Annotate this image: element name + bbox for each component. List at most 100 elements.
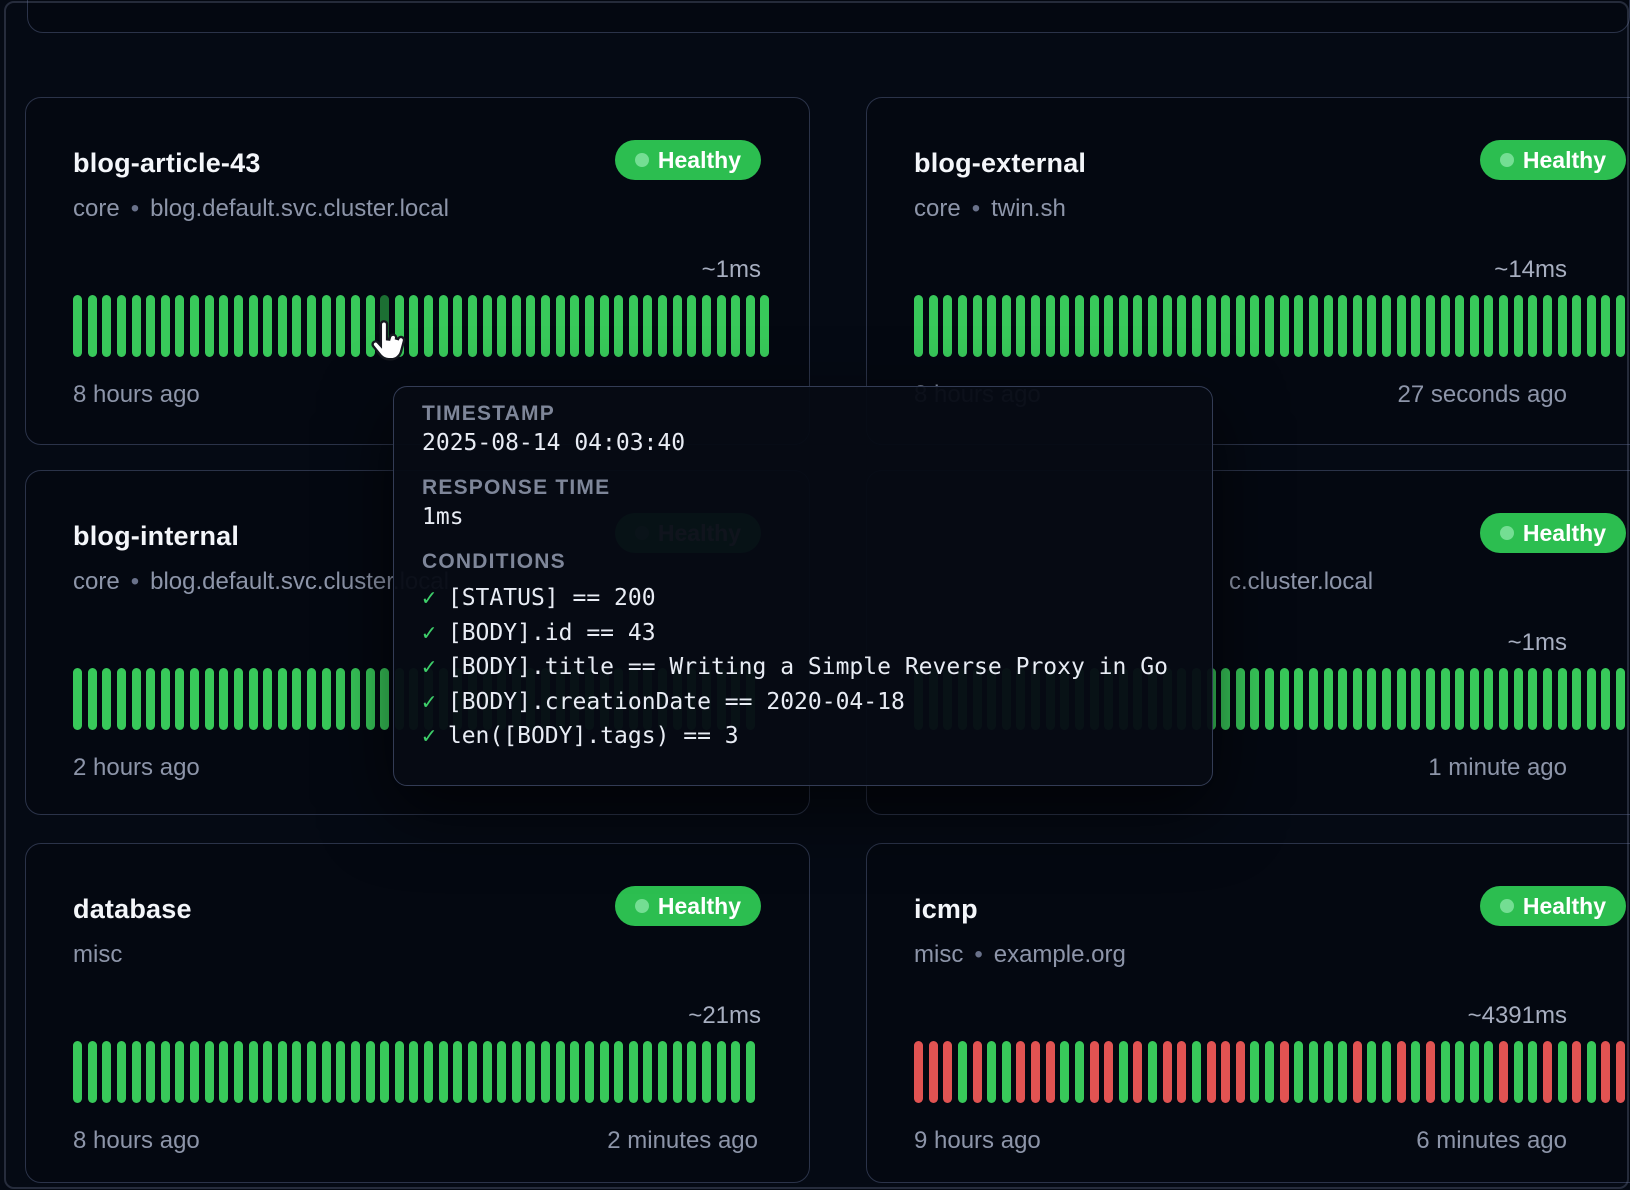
history-bar[interactable] xyxy=(1265,295,1274,357)
history-bar[interactable] xyxy=(914,1041,923,1103)
history-bar[interactable] xyxy=(541,295,550,357)
history-bar[interactable] xyxy=(1543,668,1552,730)
history-bar[interactable] xyxy=(1031,1041,1040,1103)
history-bar[interactable] xyxy=(1470,668,1479,730)
history-bar[interactable] xyxy=(1484,295,1493,357)
history-bar[interactable] xyxy=(987,295,996,357)
history-bar[interactable] xyxy=(1002,295,1011,357)
history-bar[interactable] xyxy=(292,295,301,357)
history-bar[interactable] xyxy=(205,295,214,357)
history-bar[interactable] xyxy=(1046,1041,1055,1103)
history-bar[interactable] xyxy=(1616,295,1625,357)
history-bar[interactable] xyxy=(1455,295,1464,357)
history-bar[interactable] xyxy=(1177,295,1186,357)
history-bar[interactable] xyxy=(1514,1041,1523,1103)
history-bar[interactable] xyxy=(1499,668,1508,730)
history-bar[interactable] xyxy=(731,295,740,357)
history-bar[interactable] xyxy=(1411,668,1420,730)
history-bar[interactable] xyxy=(673,295,682,357)
history-bar[interactable] xyxy=(1309,1041,1318,1103)
history-bar[interactable] xyxy=(1411,1041,1420,1103)
history-bar[interactable] xyxy=(929,295,938,357)
history-bar[interactable] xyxy=(190,1041,199,1103)
history-bar[interactable] xyxy=(1280,1041,1289,1103)
history-bar[interactable] xyxy=(1426,668,1435,730)
history-bar[interactable] xyxy=(1616,1041,1625,1103)
history-bar[interactable] xyxy=(146,668,155,730)
history-bar[interactable] xyxy=(1207,1041,1216,1103)
history-bar[interactable] xyxy=(943,295,952,357)
history-bar[interactable] xyxy=(958,1041,967,1103)
history-bar[interactable] xyxy=(146,295,155,357)
history-bar[interactable] xyxy=(1265,1041,1274,1103)
history-bar[interactable] xyxy=(1148,295,1157,357)
history-bar[interactable] xyxy=(483,295,492,357)
history-bar[interactable] xyxy=(1587,1041,1596,1103)
history-bar[interactable] xyxy=(1543,295,1552,357)
history-bar[interactable] xyxy=(366,1041,375,1103)
history-bar[interactable] xyxy=(1426,1041,1435,1103)
history-bar[interactable] xyxy=(1236,295,1245,357)
history-bar[interactable] xyxy=(614,1041,623,1103)
history-bar[interactable] xyxy=(1499,1041,1508,1103)
history-bar[interactable] xyxy=(1207,295,1216,357)
history-bar[interactable] xyxy=(1119,1041,1128,1103)
history-bar[interactable] xyxy=(351,295,360,357)
history-bar[interactable] xyxy=(760,295,769,357)
history-bar[interactable] xyxy=(1104,295,1113,357)
history-bar[interactable] xyxy=(234,668,243,730)
history-bar[interactable] xyxy=(336,295,345,357)
history-bar[interactable] xyxy=(600,1041,609,1103)
history-bar[interactable] xyxy=(88,1041,97,1103)
history-bar[interactable] xyxy=(88,295,97,357)
history-bar[interactable] xyxy=(1382,295,1391,357)
history-bar[interactable] xyxy=(1075,295,1084,357)
history-bar[interactable] xyxy=(1397,1041,1406,1103)
history-bar[interactable] xyxy=(468,295,477,357)
history-bar[interactable] xyxy=(1163,295,1172,357)
history-bar[interactable] xyxy=(278,295,287,357)
history-bar[interactable] xyxy=(1367,668,1376,730)
history-bar[interactable] xyxy=(958,295,967,357)
history-bar[interactable] xyxy=(658,295,667,357)
history-bar[interactable] xyxy=(717,295,726,357)
history-bar[interactable] xyxy=(146,1041,155,1103)
history-bar[interactable] xyxy=(731,1041,740,1103)
history-bar[interactable] xyxy=(914,295,923,357)
history-bar[interactable] xyxy=(263,1041,272,1103)
history-bar[interactable] xyxy=(702,1041,711,1103)
history-bar[interactable] xyxy=(132,295,141,357)
history-bar[interactable] xyxy=(366,668,375,730)
history-bar[interactable] xyxy=(1587,668,1596,730)
history-bar[interactable] xyxy=(512,295,521,357)
history-bar[interactable] xyxy=(366,295,375,357)
history-bar[interactable] xyxy=(336,668,345,730)
history-bar[interactable] xyxy=(585,1041,594,1103)
history-bar[interactable] xyxy=(1192,1041,1201,1103)
history-bar[interactable] xyxy=(102,295,111,357)
history-bar[interactable] xyxy=(1324,668,1333,730)
history-bar[interactable] xyxy=(395,295,404,357)
history-bar[interactable] xyxy=(643,1041,652,1103)
history-bar[interactable] xyxy=(132,1041,141,1103)
history-bar[interactable] xyxy=(1558,295,1567,357)
history-bar[interactable] xyxy=(307,295,316,357)
history-bar[interactable] xyxy=(1616,668,1625,730)
history-bar[interactable] xyxy=(380,668,389,730)
history-bar[interactable] xyxy=(1470,1041,1479,1103)
history-bar[interactable] xyxy=(249,1041,258,1103)
history-bar[interactable] xyxy=(512,1041,521,1103)
history-bar[interactable] xyxy=(468,1041,477,1103)
history-bar[interactable] xyxy=(1294,1041,1303,1103)
history-bar[interactable] xyxy=(1558,1041,1567,1103)
history-bar[interactable] xyxy=(175,668,184,730)
history-bar[interactable] xyxy=(746,295,755,357)
history-bar[interactable] xyxy=(1441,1041,1450,1103)
history-bar[interactable] xyxy=(175,1041,184,1103)
history-bar[interactable] xyxy=(322,295,331,357)
history-bar[interactable] xyxy=(1338,1041,1347,1103)
history-bar[interactable] xyxy=(102,1041,111,1103)
history-bar[interactable] xyxy=(1324,1041,1333,1103)
history-bar[interactable] xyxy=(1353,668,1362,730)
history-bar[interactable] xyxy=(943,1041,952,1103)
